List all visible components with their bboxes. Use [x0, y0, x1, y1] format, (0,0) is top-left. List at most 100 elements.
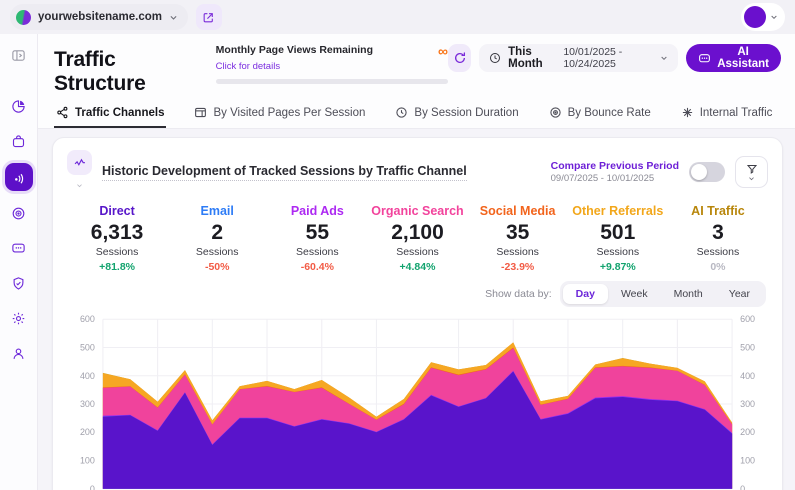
- tab-by-visited-pages-per-session[interactable]: By Visited Pages Per Session: [192, 98, 367, 128]
- website-selector[interactable]: yourwebsitename.com: [10, 4, 188, 30]
- stat-change: +81.8%: [67, 261, 167, 273]
- y-tick-label: 300: [740, 399, 755, 409]
- chat-icon: [11, 241, 26, 256]
- stat-organic-search[interactable]: Organic Search 2,100Sessions +4.84%: [367, 204, 467, 273]
- sidebar-item-account[interactable]: [6, 340, 32, 366]
- tab-traffic-channels[interactable]: Traffic Channels: [54, 98, 166, 128]
- collapse-icon: [11, 48, 26, 63]
- stat-change: 0%: [668, 261, 768, 273]
- topbar: yourwebsitename.com: [0, 0, 795, 34]
- chart-pulse-icon: [67, 150, 92, 175]
- stat-value: 55: [267, 221, 367, 245]
- target-icon: [549, 106, 562, 119]
- card-title: Historic Development of Tracked Sessions…: [102, 164, 467, 181]
- quota-progressbar: [216, 79, 448, 84]
- sidebar-item-analytics[interactable]: [6, 93, 32, 119]
- date-range-picker[interactable]: This Month 10/01/2025 - 10/24/2025: [479, 44, 678, 72]
- quota-title: Monthly Page Views Remaining: [216, 44, 373, 56]
- radar-icon: [11, 206, 26, 221]
- chevron-down-icon[interactable]: [76, 176, 83, 194]
- stat-value: 2: [167, 221, 267, 245]
- asterisk-icon: [681, 106, 694, 119]
- stat-unit: Sessions: [668, 246, 768, 258]
- bag-icon: [11, 134, 26, 149]
- refresh-button[interactable]: [448, 44, 471, 72]
- tab-label: By Visited Pages Per Session: [213, 107, 365, 119]
- tab-label: By Session Duration: [414, 107, 518, 119]
- traffic-chart[interactable]: 0010010020020030030040040050050060060010…: [67, 311, 768, 490]
- user-icon: [11, 346, 26, 361]
- period-range: 10/01/2025 - 10/24/2025: [563, 46, 653, 70]
- sidebar-item-privacy[interactable]: [6, 270, 32, 296]
- open-website-button[interactable]: [196, 4, 222, 30]
- quota-details-link[interactable]: Click for details: [216, 61, 280, 72]
- shield-icon: [11, 276, 26, 291]
- sidebar-item-feedback[interactable]: [6, 235, 32, 261]
- pie-icon: [11, 99, 26, 114]
- chart-area: 0010010020020030030040040050050060060010…: [67, 311, 768, 490]
- tab-bar: Traffic Channels By Visited Pages Per Ses…: [38, 98, 795, 129]
- granularity-switch: DayWeekMonthYear: [560, 281, 766, 307]
- sidebar-item-collapse-sidebar[interactable]: [6, 42, 32, 68]
- stat-paid-ads[interactable]: Paid Ads55Sessions-60.4%: [267, 204, 367, 273]
- tab-label: By Bounce Rate: [568, 107, 651, 119]
- stat-change: +4.84%: [367, 261, 467, 273]
- y-tick-label: 500: [740, 342, 755, 352]
- sidebar-item-goals[interactable]: [6, 200, 32, 226]
- user-menu[interactable]: [741, 3, 785, 31]
- sidebar-item-traffic[interactable]: [5, 163, 33, 191]
- quota-widget: Monthly Page Views Remaining Click for d…: [216, 44, 448, 84]
- signal-icon: [11, 170, 26, 185]
- tab-by-bounce-rate[interactable]: By Bounce Rate: [547, 98, 653, 128]
- tab-label: Traffic Channels: [75, 107, 164, 119]
- stat-label: Organic Search: [367, 204, 467, 218]
- stat-label: Other Referrals: [568, 204, 668, 218]
- y-tick-label: 100: [80, 456, 95, 466]
- filter-button[interactable]: [735, 156, 768, 188]
- granularity-week[interactable]: Week: [608, 284, 661, 304]
- stat-unit: Sessions: [67, 246, 167, 258]
- ai-assistant-button[interactable]: AI Assistant: [686, 44, 781, 72]
- stat-value: 2,100: [367, 221, 467, 245]
- stat-value: 3: [668, 221, 768, 245]
- y-tick-label: 200: [740, 427, 755, 437]
- stat-label: AI Traffic: [668, 204, 768, 218]
- y-tick-label: 100: [740, 456, 755, 466]
- gear-icon: [11, 311, 26, 326]
- y-tick-label: 300: [80, 399, 95, 409]
- granularity-month[interactable]: Month: [661, 284, 716, 304]
- chevron-down-icon: [169, 13, 178, 22]
- share-icon: [56, 106, 69, 119]
- stat-value: 35: [468, 221, 568, 245]
- stat-change: -50%: [167, 261, 267, 273]
- website-name: yourwebsitename.com: [38, 11, 162, 23]
- sidebar-item-business[interactable]: [6, 128, 32, 154]
- stat-change: -23.9%: [468, 261, 568, 273]
- stat-social-media[interactable]: Social Media35Sessions-23.9%: [468, 204, 568, 273]
- stat-change: +9.87%: [568, 261, 668, 273]
- y-tick-label: 0: [740, 484, 745, 490]
- period-label: This Month: [508, 46, 556, 70]
- stat-value: 501: [568, 221, 668, 245]
- y-tick-label: 200: [80, 427, 95, 437]
- tab-internal-traffic[interactable]: Internal Traffic: [679, 98, 775, 128]
- infinity-icon: ∞: [438, 44, 448, 58]
- site-favicon-icon: [16, 10, 31, 25]
- stat-change: -60.4%: [267, 261, 367, 273]
- stat-unit: Sessions: [367, 246, 467, 258]
- stat-other-referrals[interactable]: Other Referrals501Sessions+9.87%: [568, 204, 668, 273]
- granularity-year[interactable]: Year: [716, 284, 763, 304]
- stat-label: Social Media: [468, 204, 568, 218]
- window-icon: [194, 106, 207, 119]
- granularity-day[interactable]: Day: [563, 284, 608, 304]
- stat-ai-traffic[interactable]: AI Traffic 3Sessions 0%: [668, 204, 768, 273]
- clock-icon: [489, 52, 501, 64]
- chevron-down-icon: [660, 54, 668, 62]
- compare-toggle[interactable]: [689, 162, 725, 182]
- clock-icon: [395, 106, 408, 119]
- tab-by-session-duration[interactable]: By Session Duration: [393, 98, 520, 128]
- chat-icon: [698, 52, 711, 65]
- stat-email[interactable]: Email2Sessions-50%: [167, 204, 267, 273]
- stat-direct[interactable]: Direct6,313Sessions+81.8%: [67, 204, 167, 273]
- sidebar-item-settings[interactable]: [6, 305, 32, 331]
